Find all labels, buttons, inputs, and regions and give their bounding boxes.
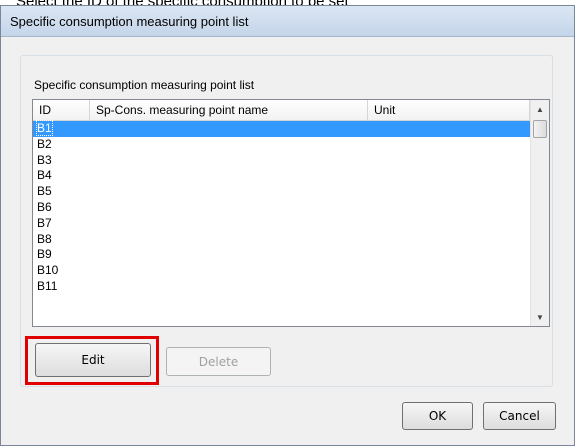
list-row-b5[interactable]: B5: [33, 184, 530, 200]
page: Select the ID of the specific consumptio…: [0, 0, 577, 448]
row-id-text: B11: [37, 278, 58, 293]
row-id-text: B10: [37, 263, 59, 278]
scroll-down-arrow-icon[interactable]: ▼: [531, 308, 549, 326]
dialog-titlebar[interactable]: Specific consumption measuring point lis…: [1, 6, 574, 37]
measuring-point-listview[interactable]: ID Sp-Cons. measuring point name Unit B1…: [32, 99, 550, 327]
row-id-text: B1: [36, 120, 53, 136]
row-id-text: B6: [37, 199, 52, 214]
vertical-scrollbar[interactable]: ▲ ▼: [530, 100, 549, 326]
edit-button[interactable]: Edit: [35, 343, 151, 377]
column-header-id[interactable]: ID: [33, 100, 90, 120]
column-header-unit[interactable]: Unit: [368, 100, 530, 120]
list-row-b2[interactable]: B2: [33, 137, 530, 153]
cancel-button[interactable]: Cancel: [483, 402, 556, 430]
list-row-b11[interactable]: B11: [33, 279, 530, 295]
list-row-b1[interactable]: B1: [33, 120, 530, 137]
dialog-title: Specific consumption measuring point lis…: [10, 14, 249, 29]
row-id-text: B8: [37, 231, 52, 246]
list-row-b4[interactable]: B4: [33, 168, 530, 184]
list-row-b6[interactable]: B6: [33, 200, 530, 216]
column-header-name[interactable]: Sp-Cons. measuring point name: [90, 100, 368, 120]
list-row-b3[interactable]: B3: [33, 153, 530, 169]
list-row-b8[interactable]: B8: [33, 232, 530, 248]
scroll-up-arrow-icon[interactable]: ▲: [531, 100, 549, 118]
list-row-b9[interactable]: B9: [33, 247, 530, 263]
list-rows: B1 B2 B3 B4 B5 B6 B7 B8 B9 B10 B11: [33, 120, 530, 295]
row-id-text: B9: [37, 247, 52, 262]
row-id-text: B4: [37, 168, 52, 183]
row-id-text: B3: [37, 152, 52, 167]
group-label: Specific consumption measuring point lis…: [34, 78, 255, 92]
list-header: ID Sp-Cons. measuring point name Unit: [33, 100, 530, 121]
scrollbar-thumb[interactable]: [533, 120, 547, 138]
row-id-text: B2: [37, 136, 52, 151]
row-id-text: B7: [37, 215, 52, 230]
list-row-b10[interactable]: B10: [33, 263, 530, 279]
ok-button[interactable]: OK: [402, 402, 473, 430]
delete-button[interactable]: Delete: [166, 347, 271, 376]
list-row-b7[interactable]: B7: [33, 216, 530, 232]
row-id-text: B5: [37, 184, 52, 199]
